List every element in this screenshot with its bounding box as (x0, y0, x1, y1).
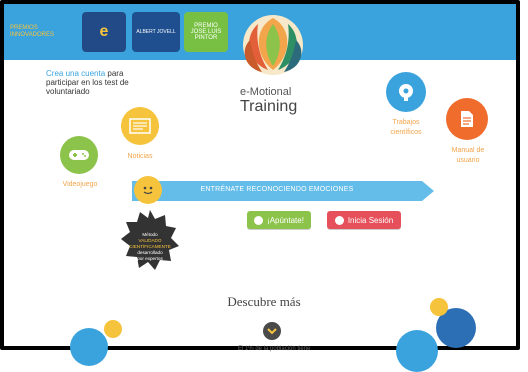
user-icon (334, 215, 344, 225)
seal-line: por expertos (137, 256, 163, 261)
logo-letter: e (99, 23, 109, 40)
manual-label[interactable]: Manual de usuario (446, 146, 490, 166)
noticias-label[interactable]: Noticias (118, 153, 162, 160)
signup-text: Crea una cuenta para participar en los t… (46, 69, 156, 96)
logo-line: INNOVADORES (10, 32, 54, 38)
noticias-button[interactable] (121, 107, 159, 145)
brand-title-line2: Training (240, 98, 298, 115)
brain-gear-icon (399, 84, 413, 101)
logo-e-seal[interactable]: e (82, 12, 126, 52)
logo-name: ALBERT JOVELL (136, 29, 176, 35)
chevron-down-icon (267, 328, 277, 335)
signup-button-label: ¡Apúntate! (267, 215, 304, 225)
training-banner: ENTRÉNATE RECONOCIENDO EMOCIONES (132, 181, 434, 201)
logo-premio-pintor[interactable]: PREMIO JOSE LUIS PINTOR (184, 12, 228, 52)
smiley-icon (104, 320, 122, 338)
seal-text: Método VALIDADO CIENTÍFICAMENTE desarrol… (120, 232, 180, 262)
smiley-icon (134, 176, 162, 204)
face-avatar-left (70, 328, 108, 366)
logo-line: PREMIOS (10, 25, 38, 31)
brand-title-line1: e-Motional (240, 86, 292, 98)
footer-stat-text: El 1% de la población tiene (238, 346, 311, 352)
trabajos-label[interactable]: Trabajos científicos (384, 118, 428, 138)
neutral-face-icon (430, 298, 448, 316)
gamepad-icon (69, 150, 89, 160)
trabajos-button[interactable] (386, 72, 426, 112)
login-button[interactable]: Inicia Sesión (327, 211, 401, 229)
face-avatar-right (396, 330, 438, 372)
logo-albert-jovell[interactable]: ALBERT JOVELL (132, 12, 180, 52)
logo-premios[interactable]: PREMIOS INNOVADORES (8, 12, 56, 52)
scroll-down-button[interactable] (263, 322, 281, 340)
news-icon (129, 118, 151, 134)
discover-heading: Descubre más (227, 294, 301, 309)
logo-line: PINTOR (194, 35, 218, 41)
login-button-label: Inicia Sesión (347, 215, 394, 225)
emotional-training-logo[interactable] (234, 10, 312, 80)
banner-text: ENTRÉNATE RECONOCIENDO EMOCIONES (200, 186, 354, 193)
create-account-link[interactable]: Crea una cuenta (46, 69, 105, 78)
document-icon (461, 111, 473, 127)
videojuego-label[interactable]: Videojuego (56, 181, 104, 188)
manual-button[interactable] (446, 98, 488, 140)
signup-button[interactable]: ¡Apúntate! (247, 211, 311, 229)
videojuego-button[interactable] (60, 136, 98, 174)
smile-icon (254, 215, 264, 225)
